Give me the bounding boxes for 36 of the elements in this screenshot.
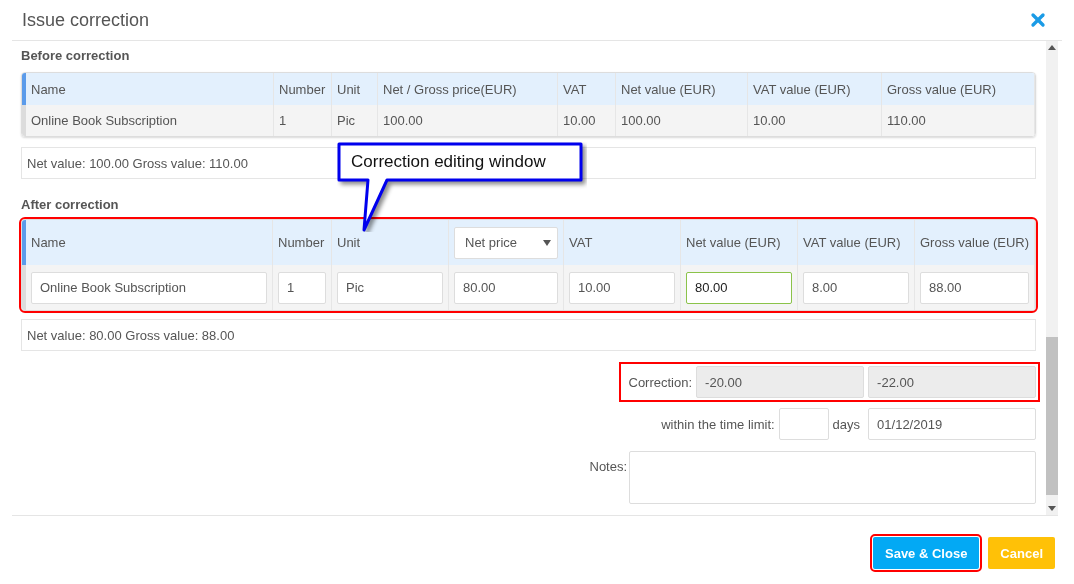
table-cell: Online Book Subscription — [26, 105, 274, 136]
table-cell: Pic — [332, 105, 378, 136]
input-field[interactable]: 88.00 — [920, 271, 1030, 304]
callout-text: Correction editing window — [351, 152, 546, 172]
table-cell: 110.00 — [882, 105, 1036, 136]
table-cell: 10.00 — [558, 105, 616, 136]
close-icon[interactable] — [1028, 10, 1048, 30]
correction-field: -22.00 — [868, 366, 1037, 398]
scroll-up-icon[interactable] — [1048, 45, 1057, 50]
price-type-select[interactable]: Net price — [454, 226, 558, 259]
dialog-title: Issue correction — [22, 9, 150, 31]
summary-text: Net value: 80.00 Gross value: 88.00 — [21, 319, 1037, 351]
scroll-down-icon[interactable] — [1048, 506, 1057, 511]
input-field[interactable]: Pic — [337, 271, 443, 304]
notes-label: Notes: — [589, 459, 628, 474]
input-field[interactable]: 10.00 — [569, 271, 675, 304]
section-heading: After correction — [21, 196, 120, 213]
table-cell: 1 — [274, 105, 332, 136]
table-cell: 100.00 — [378, 105, 558, 136]
time-limit-label: within the time limit: — [661, 416, 775, 432]
table-cell: 100.00 — [616, 105, 748, 136]
input-field[interactable]: 80.00 — [454, 271, 558, 304]
input-field[interactable]: Online Book Subscription — [31, 271, 267, 304]
input-field[interactable]: 8.00 — [803, 271, 909, 304]
input-field[interactable]: 80.00 — [686, 271, 792, 304]
days-field[interactable] — [778, 408, 829, 440]
days-label: days — [832, 416, 861, 432]
caret-icon — [543, 239, 551, 246]
notes-field[interactable] — [629, 451, 1037, 504]
date-field[interactable]: 01/12/2019 — [868, 408, 1037, 440]
scrollbar[interactable] — [1046, 41, 1059, 515]
correction-field: -20.00 — [696, 366, 865, 398]
correction-label: Correction: — [628, 374, 693, 390]
section-heading: Before correction — [21, 47, 131, 64]
input-field[interactable]: 1 — [278, 271, 326, 304]
table-cell: 10.00 — [748, 105, 882, 136]
